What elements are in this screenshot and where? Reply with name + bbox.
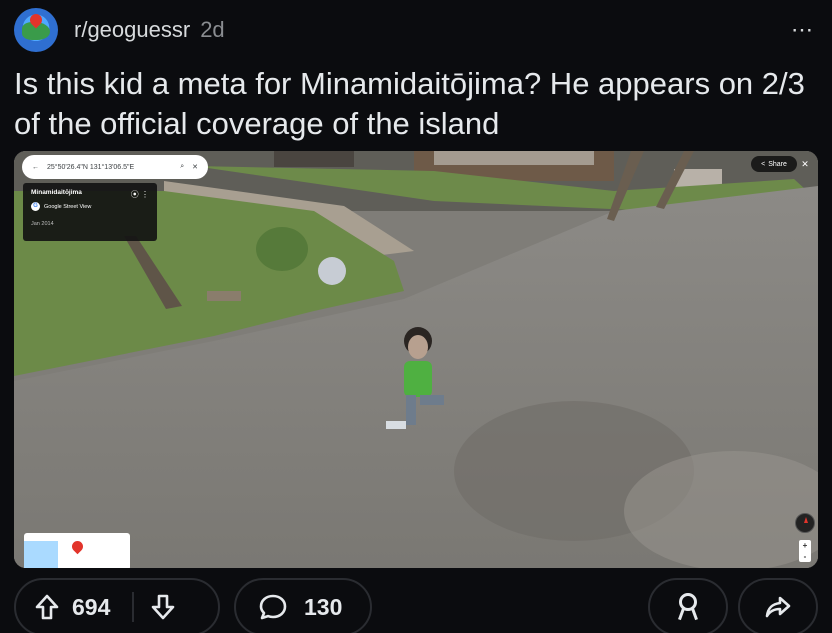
- subreddit-avatar[interactable]: [14, 8, 58, 52]
- post-age: 2d: [200, 17, 225, 42]
- close-icon[interactable]: ✕: [192, 163, 198, 171]
- vote-divider: [132, 592, 135, 622]
- capture-date: Jan 2014: [31, 221, 54, 227]
- street-view-close-icon[interactable]: ✕: [797, 156, 813, 172]
- comment-count: 130: [304, 593, 343, 620]
- more-options-icon[interactable]: ⋯: [791, 17, 814, 43]
- street-view-search-bar[interactable]: ← 25°50'26.4"N 131°13'06.5"E ⌕ ✕: [22, 155, 208, 179]
- zoom-control[interactable]: + -: [799, 540, 811, 562]
- back-arrow-icon[interactable]: ←: [32, 164, 39, 171]
- street-view-info-card: Minamidaitōjima G Google Street View Jan …: [23, 183, 157, 241]
- share-arrow-icon: <: [761, 160, 766, 168]
- search-icon[interactable]: ⌕: [180, 163, 184, 171]
- post-image[interactable]: ← 25°50'26.4"N 131°13'06.5"E ⌕ ✕ Minamid…: [14, 151, 818, 568]
- subreddit-name[interactable]: r/geoguessr: [74, 17, 190, 43]
- map-pin-icon: [69, 538, 86, 555]
- location-pin-icon[interactable]: ⦿ ⋮: [131, 189, 149, 200]
- share-icon: [765, 596, 791, 618]
- compass-icon[interactable]: [795, 513, 815, 533]
- google-logo-icon: G: [31, 202, 40, 211]
- share-button[interactable]: [738, 578, 818, 633]
- coordinates-text: 25°50'26.4"N 131°13'06.5"E: [47, 163, 135, 171]
- upvote-count: 694: [72, 593, 111, 620]
- street-view-share-button[interactable]: < Share: [751, 156, 797, 172]
- post-action-bar: 694 130: [14, 578, 818, 633]
- award-button[interactable]: [648, 578, 728, 633]
- award-icon: [676, 593, 700, 621]
- post-header: r/geoguessr 2d ⋯: [14, 8, 818, 52]
- downvote-icon[interactable]: [150, 593, 176, 621]
- comments-button[interactable]: 130: [234, 578, 372, 633]
- street-view-minimap[interactable]: [24, 533, 130, 568]
- upvote-icon[interactable]: [34, 593, 60, 621]
- vote-pill: 694: [14, 578, 220, 633]
- provider-label: Google Street View: [44, 203, 92, 210]
- comment-icon: [259, 594, 287, 620]
- post-title[interactable]: Is this kid a meta for Minamidaitōjima? …: [14, 64, 814, 144]
